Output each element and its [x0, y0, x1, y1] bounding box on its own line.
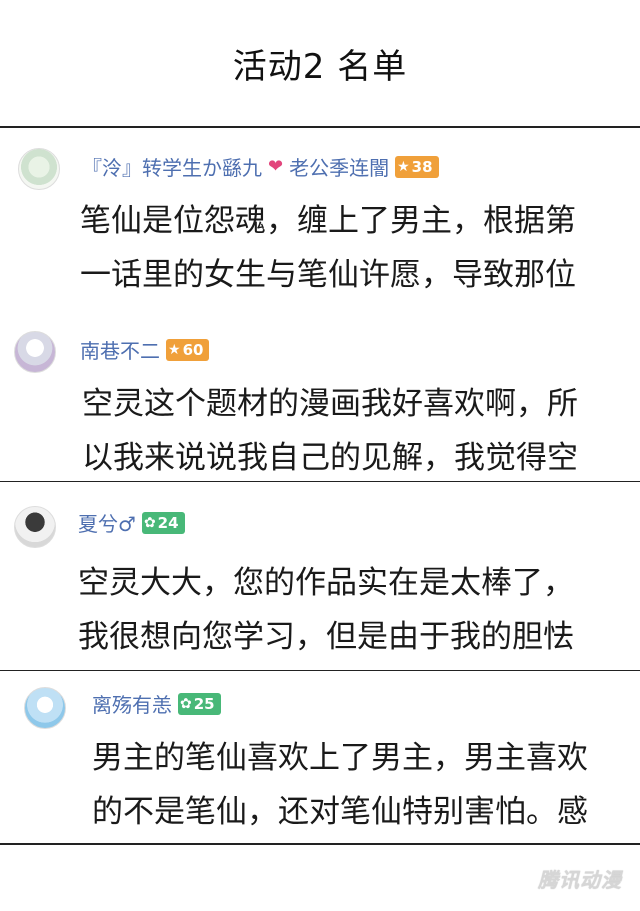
comment-card: 南巷不二 ★ 60 空灵这个题材的漫画我好喜欢啊，所 以我来说说我自己的见解，我…	[0, 305, 640, 483]
comment-card: 夏兮♂ ✿ 24 空灵大大，您的作品实在是太棒了， 我很想向您学习，但是由于我的…	[0, 482, 640, 672]
comment-line: 空灵这个题材的漫画我好喜欢啊，所	[82, 386, 578, 422]
comment-line: 一话里的女生与笔仙许愿，导致那位	[80, 257, 576, 293]
comment-card: 离殇有恙 ✿ 25 男主的笔仙喜欢上了男主，男主喜欢 的不是笔仙，还对笔仙特别害…	[0, 671, 640, 845]
level-value: 60	[182, 340, 204, 359]
username-text: 南巷不二	[80, 339, 160, 363]
comment-line: 空灵大大，您的作品实在是太棒了，	[78, 565, 574, 601]
level-badge: ✿ 24	[141, 511, 185, 534]
comment-text: 空灵这个题材的漫画我好喜欢啊，所 以我来说说我自己的见解，我觉得空	[82, 377, 578, 481]
level-badge: ✿ 25	[178, 692, 221, 715]
comment-line: 的不是笔仙，还对笔仙特别害怕。感	[92, 794, 588, 830]
comment-line: 以我来说说我自己的见解，我觉得空	[82, 440, 578, 476]
level-value: 25	[193, 694, 215, 713]
level-icon: ★	[397, 158, 410, 175]
heart-icon: ❤	[268, 156, 284, 177]
level-icon: ✿	[143, 514, 156, 531]
page-title: 活动2 名单	[232, 46, 408, 87]
level-value: 38	[411, 157, 433, 176]
comment-line: 我很想向您学习，但是由于我的胆怯	[78, 619, 574, 655]
avatar[interactable]	[14, 331, 56, 373]
comment-line: 笔仙是位怨魂，缠上了男主，根据第	[80, 203, 576, 239]
level-icon: ★	[168, 341, 181, 358]
level-badge: ★ 60	[166, 338, 210, 361]
level-icon: ✿	[180, 695, 192, 712]
username-text: 『泠』转学生か繇九	[82, 156, 262, 180]
level-value: 24	[157, 513, 179, 532]
username-text: 离殇有恙	[92, 693, 172, 717]
comment-text: 空灵大大，您的作品实在是太棒了， 我很想向您学习，但是由于我的胆怯	[78, 556, 574, 664]
avatar[interactable]	[24, 687, 66, 729]
username-text: 夏兮♂	[78, 512, 136, 536]
username-suffix: 老公季连闇	[289, 156, 390, 180]
username[interactable]: 『泠』转学生か繇九 ❤ 老公季连闇 ★ 38	[82, 152, 439, 181]
watermark-logo: 腾讯动漫	[538, 868, 622, 892]
avatar[interactable]	[18, 148, 60, 190]
avatar[interactable]	[14, 506, 56, 548]
comment-text: 笔仙是位怨魂，缠上了男主，根据第 一话里的女生与笔仙许愿，导致那位	[80, 194, 576, 302]
comment-card: 『泠』转学生か繇九 ❤ 老公季连闇 ★ 38 笔仙是位怨魂，缠上了男主，根据第 …	[0, 126, 640, 308]
username[interactable]: 南巷不二 ★ 60	[80, 335, 210, 364]
comment-text: 男主的笔仙喜欢上了男主，男主喜欢 的不是笔仙，还对笔仙特别害怕。感	[92, 731, 588, 839]
comment-line: 男主的笔仙喜欢上了男主，男主喜欢	[92, 740, 588, 776]
level-badge: ★ 38	[395, 155, 439, 178]
username[interactable]: 离殇有恙 ✿ 25	[92, 689, 221, 718]
username[interactable]: 夏兮♂ ✿ 24	[78, 508, 185, 537]
